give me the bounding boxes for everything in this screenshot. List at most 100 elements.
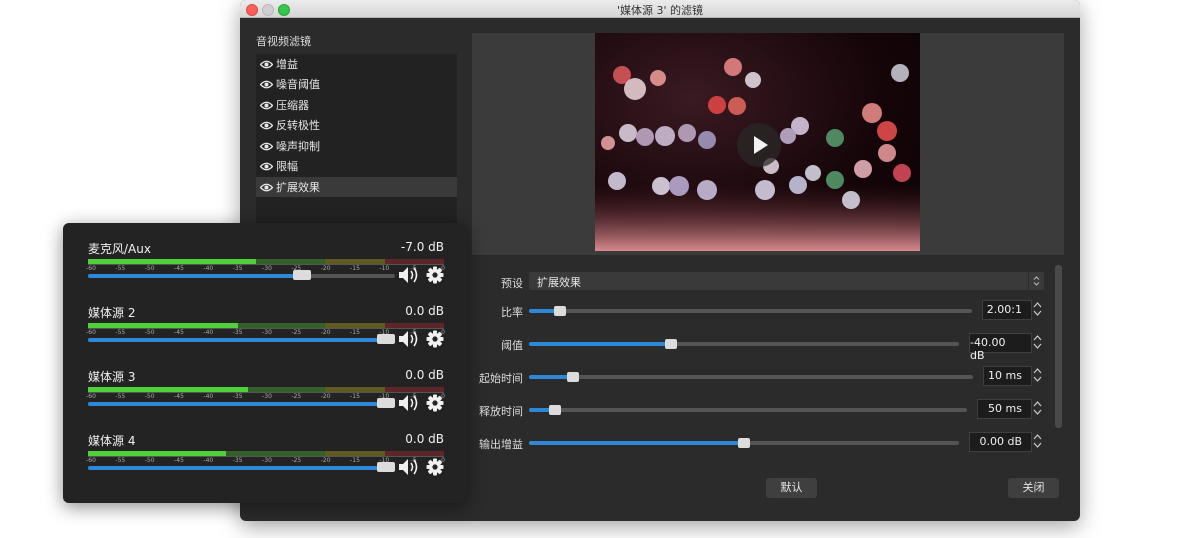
meter-tick-label: -25	[291, 329, 302, 336]
gear-icon[interactable]	[426, 394, 444, 412]
volume-fill	[88, 466, 386, 470]
volume-fill	[88, 274, 303, 278]
properties-scrollbar[interactable]	[1055, 265, 1062, 428]
filter-item-label: 增益	[276, 58, 298, 71]
meter-tick-label: -35	[232, 329, 243, 336]
slider-handle[interactable]	[554, 306, 566, 316]
meter-tick-label: -25	[291, 457, 302, 464]
volume-handle[interactable]	[377, 462, 395, 472]
meter-tick-label: -45	[174, 457, 184, 464]
attack-spinbox[interactable]: 10 ms	[983, 366, 1032, 386]
eye-icon[interactable]	[260, 60, 273, 69]
audio-video-filters-label: 音视频滤镜	[256, 35, 311, 48]
title-bar[interactable]: '媒体源 3' 的滤镜	[240, 0, 1080, 18]
eye-icon[interactable]	[260, 101, 273, 110]
speaker-icon[interactable]	[398, 394, 422, 412]
ratio-slider[interactable]	[529, 306, 972, 316]
meter-tick-label: -55	[115, 265, 126, 272]
gear-icon[interactable]	[426, 458, 444, 476]
attack-slider[interactable]	[529, 372, 973, 382]
audio-mixer: 麦克风/Aux -7.0 dB -60 -55 -50 -45 -40 -35 -30 -25…	[63, 223, 467, 503]
speaker-icon[interactable]	[398, 458, 422, 476]
eye-icon[interactable]	[260, 183, 273, 192]
meter-tick-label: -20	[320, 393, 331, 400]
meter-tick-label: -40	[203, 329, 214, 336]
volume-handle[interactable]	[377, 398, 395, 408]
volume-handle[interactable]	[377, 334, 395, 344]
meter-tick-label: -60	[86, 329, 96, 336]
eye-icon[interactable]	[260, 121, 273, 130]
eye-icon[interactable]	[260, 162, 273, 171]
slider-handle[interactable]	[567, 372, 580, 382]
attack-stepper-icon[interactable]	[1031, 366, 1044, 384]
meter-tick-label: -40	[203, 265, 214, 272]
release-stepper-icon[interactable]	[1031, 399, 1044, 417]
output-gain-slider[interactable]	[529, 438, 959, 448]
slider-handle[interactable]	[664, 339, 677, 349]
meter-tick-label: -45	[174, 393, 184, 400]
filter-item-expander[interactable]: 扩展效果	[256, 177, 457, 197]
volume-handle[interactable]	[293, 270, 312, 280]
filter-item-noise-suppression[interactable]: 噪声抑制	[256, 136, 457, 156]
ratio-value: 2.00:1	[986, 303, 1022, 316]
close-button[interactable]: 关闭	[1008, 478, 1059, 498]
slider-fill	[529, 342, 671, 346]
volume-slider[interactable]	[88, 398, 395, 408]
threshold-slider[interactable]	[529, 339, 959, 349]
mixer-channel: 媒体源 3 0.0 dB -60 -55 -50 -45 -40 -35 -30 -25 -20…	[86, 368, 445, 428]
meter-tick-label: -50	[144, 457, 155, 464]
speaker-icon[interactable]	[398, 330, 422, 348]
channel-db: -7.0 dB	[400, 240, 444, 254]
meter-tick-label: -45	[174, 265, 184, 272]
meter-tick-label: -15	[350, 393, 360, 400]
output-gain-stepper-icon[interactable]	[1031, 432, 1044, 450]
volume-slider[interactable]	[88, 270, 395, 280]
play-button[interactable]	[737, 123, 781, 167]
filter-item-gain[interactable]: 增益	[256, 54, 457, 74]
meter-tick-label: -20	[320, 457, 331, 464]
threshold-value: -40.00 dB	[970, 336, 1006, 362]
meter-tick-label: -55	[115, 393, 126, 400]
meter-tick-label: -50	[144, 329, 155, 336]
filter-item-label: 限幅	[276, 160, 298, 173]
meter-tick-label: -25	[291, 393, 302, 400]
volume-slider[interactable]	[88, 462, 395, 472]
filter-item-invert-polarity[interactable]: 反转极性	[256, 115, 457, 135]
defaults-button[interactable]: 默认	[766, 478, 817, 498]
meter-tick-label: -30	[262, 393, 272, 400]
meter-tick-label: -40	[203, 457, 214, 464]
meter-scale: -60 -55 -50 -45 -40 -35 -30 -25 -20 -15 -10 -5 0	[86, 265, 445, 274]
eye-icon[interactable]	[260, 142, 273, 151]
video-preview	[595, 33, 920, 251]
channel-name: 媒体源 3	[88, 370, 136, 384]
filter-item-compressor[interactable]: 压缩器	[256, 95, 457, 115]
channel-name: 媒体源 2	[88, 306, 136, 320]
attack-value: 10 ms	[988, 369, 1022, 382]
filter-item-limiter[interactable]: 限幅	[256, 156, 457, 176]
slider-handle[interactable]	[738, 438, 750, 448]
dropdown-arrow-icon[interactable]	[1028, 272, 1044, 290]
speaker-icon[interactable]	[398, 266, 422, 284]
filter-item-noise-gate[interactable]: 噪音阈值	[256, 74, 457, 94]
release-slider[interactable]	[529, 405, 967, 415]
channel-db: 0.0 dB	[405, 432, 444, 446]
meter-tick-label: -15	[350, 457, 360, 464]
output-gain-value: 0.00 dB	[979, 435, 1022, 448]
filter-item-label: 扩展效果	[276, 181, 320, 194]
meter-tick-label: -50	[144, 393, 155, 400]
ratio-spinbox[interactable]: 2.00:1	[982, 300, 1032, 320]
channel-db: 0.0 dB	[405, 368, 444, 382]
release-spinbox[interactable]: 50 ms	[977, 399, 1032, 419]
preset-dropdown[interactable]: 扩展效果	[529, 272, 1044, 290]
eye-icon[interactable]	[260, 80, 273, 89]
threshold-stepper-icon[interactable]	[1031, 333, 1044, 351]
slider-handle[interactable]	[549, 405, 562, 415]
threshold-spinbox[interactable]: -40.00 dB	[969, 333, 1032, 362]
gear-icon[interactable]	[426, 266, 444, 284]
volume-slider[interactable]	[88, 334, 395, 344]
meter-tick-label: -35	[232, 393, 243, 400]
ratio-stepper-icon[interactable]	[1031, 300, 1044, 318]
output-gain-spinbox[interactable]: 0.00 dB	[969, 432, 1032, 452]
meter-tick-label: -50	[144, 265, 155, 272]
gear-icon[interactable]	[426, 330, 444, 348]
